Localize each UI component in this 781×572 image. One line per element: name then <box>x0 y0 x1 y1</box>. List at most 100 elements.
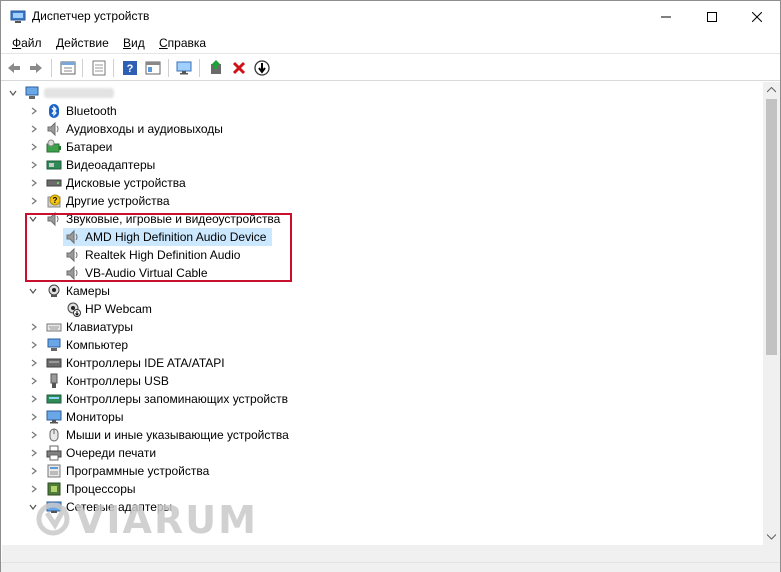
expand-chevron-icon[interactable] <box>30 341 38 349</box>
device-category[interactable]: Видеоадаптеры <box>2 156 762 174</box>
device-category[interactable]: Процессоры <box>2 480 762 498</box>
device-category[interactable]: Контроллеры IDE ATA/ATAPI <box>2 354 762 372</box>
close-button[interactable] <box>734 1 780 33</box>
scroll-down-icon[interactable] <box>767 534 776 540</box>
device-category[interactable]: Очереди печати <box>2 444 762 462</box>
expand-chevron-icon[interactable] <box>30 377 38 385</box>
bluetooth-icon <box>49 104 59 118</box>
back-icon <box>8 63 20 73</box>
monitor-icon <box>46 410 62 424</box>
toolbar-separator <box>199 59 200 77</box>
printer-icon <box>46 445 62 461</box>
expand-chevron-icon[interactable] <box>30 197 38 205</box>
device-item[interactable]: HP Webcam <box>2 300 762 318</box>
svg-text:?: ? <box>53 196 58 205</box>
device-category[interactable]: Контроллеры USB <box>2 372 762 390</box>
update-driver-icon <box>211 60 221 74</box>
computer-icon <box>25 86 39 99</box>
svg-text:?: ? <box>127 63 134 75</box>
menu-file-accel: Ф <box>12 36 22 50</box>
device-category[interactable]: Батареи <box>2 138 762 156</box>
toolbar: ? <box>1 53 780 81</box>
menu-action-accel: Д <box>56 36 65 50</box>
scan-icon <box>254 60 270 76</box>
expand-chevron-icon[interactable] <box>30 107 38 115</box>
collapse-chevron-icon[interactable] <box>29 287 37 295</box>
device-category[interactable]: Дисковые устройства <box>2 174 762 192</box>
device-category[interactable]: Компьютер <box>2 336 762 354</box>
device-category-label: Bluetooth <box>66 104 117 118</box>
device-category[interactable]: Аудиовходы и аудиовыходы <box>2 120 762 138</box>
scrollbar-corner <box>763 545 780 562</box>
properties-button[interactable] <box>58 58 78 78</box>
expand-chevron-icon[interactable] <box>30 359 38 367</box>
update-driver-button[interactable] <box>206 58 226 78</box>
expand-chevron-icon[interactable] <box>30 395 38 403</box>
usb-icon <box>50 373 58 388</box>
device-tree[interactable]: Bluetooth Аудиовходы и аудиовыходы Батареи… <box>2 82 763 545</box>
expand-chevron-icon[interactable] <box>30 125 38 133</box>
menu-file[interactable]: Файл <box>12 36 42 50</box>
vertical-scroll-thumb[interactable] <box>766 99 777 355</box>
expand-chevron-icon[interactable] <box>30 323 38 331</box>
watermark-logo: VIARUM <box>35 498 258 542</box>
device-category[interactable]: Мыши и иные указывающие устройства <box>2 426 762 444</box>
minimize-button[interactable] <box>643 1 689 33</box>
view-button[interactable] <box>143 58 163 78</box>
device-category[interactable]: Клавиатуры <box>2 318 762 336</box>
device-category[interactable]: Мониторы <box>2 408 762 426</box>
mouse-icon <box>49 428 59 442</box>
back-button[interactable] <box>4 58 24 78</box>
expand-chevron-icon[interactable] <box>30 485 38 493</box>
device-category[interactable]: Программные устройства <box>2 462 762 480</box>
horizontal-scrollbar[interactable] <box>2 545 763 562</box>
show-hidden-icon <box>92 60 106 76</box>
device-category[interactable]: Bluetooth <box>2 102 762 120</box>
unknown-device-icon: ? <box>47 194 61 208</box>
collapse-chevron-icon[interactable] <box>9 89 17 97</box>
view-icon <box>145 61 161 75</box>
expand-chevron-icon[interactable] <box>30 449 38 457</box>
expand-chevron-icon[interactable] <box>30 431 38 439</box>
device-category-label: Контроллеры запоминающих устройств <box>66 392 288 406</box>
processor-icon <box>47 482 61 496</box>
expand-chevron-icon[interactable] <box>30 161 38 169</box>
forward-button[interactable] <box>26 58 46 78</box>
forward-icon <box>30 63 42 73</box>
menu-help[interactable]: Справка <box>159 36 206 50</box>
close-icon <box>752 12 762 22</box>
device-category-label: Мониторы <box>66 410 124 424</box>
scan-hardware-button[interactable] <box>252 58 272 78</box>
device-category-label: Очереди печати <box>66 446 157 460</box>
scroll-up-icon[interactable] <box>767 87 776 93</box>
show-hidden-button[interactable] <box>89 58 109 78</box>
status-bar <box>1 562 780 572</box>
menu-action[interactable]: Действие <box>56 36 109 50</box>
vertical-scrollbar[interactable] <box>763 82 780 545</box>
help-icon: ? <box>123 61 137 75</box>
maximize-button[interactable] <box>689 1 735 33</box>
camera-icon <box>48 284 60 297</box>
menu-view[interactable]: Вид <box>123 36 145 50</box>
expand-chevron-icon[interactable] <box>30 143 38 151</box>
title-bar: Диспетчер устройств <box>1 1 780 33</box>
expand-chevron-icon[interactable] <box>30 467 38 475</box>
expand-chevron-icon[interactable] <box>30 179 38 187</box>
uninstall-button[interactable] <box>229 58 249 78</box>
toolbar-separator <box>82 59 83 77</box>
disk-icon <box>46 179 62 187</box>
device-category[interactable]: ? Другие устройства <box>2 192 762 210</box>
monitor-button[interactable] <box>174 58 194 78</box>
menu-view-label: ид <box>131 36 145 50</box>
device-category-label: Процессоры <box>66 482 136 496</box>
help-button[interactable]: ? <box>120 58 140 78</box>
device-category[interactable]: Камеры <box>2 282 762 300</box>
device-category-label: Камеры <box>66 284 110 298</box>
device-category[interactable]: Контроллеры запоминающих устройств <box>2 390 762 408</box>
tree-root[interactable] <box>2 84 762 102</box>
battery-icon <box>46 139 61 153</box>
red-highlight-frame <box>25 213 292 282</box>
expand-chevron-icon[interactable] <box>30 413 38 421</box>
menu-file-label: айл <box>21 36 42 50</box>
keyboard-icon <box>46 323 62 332</box>
